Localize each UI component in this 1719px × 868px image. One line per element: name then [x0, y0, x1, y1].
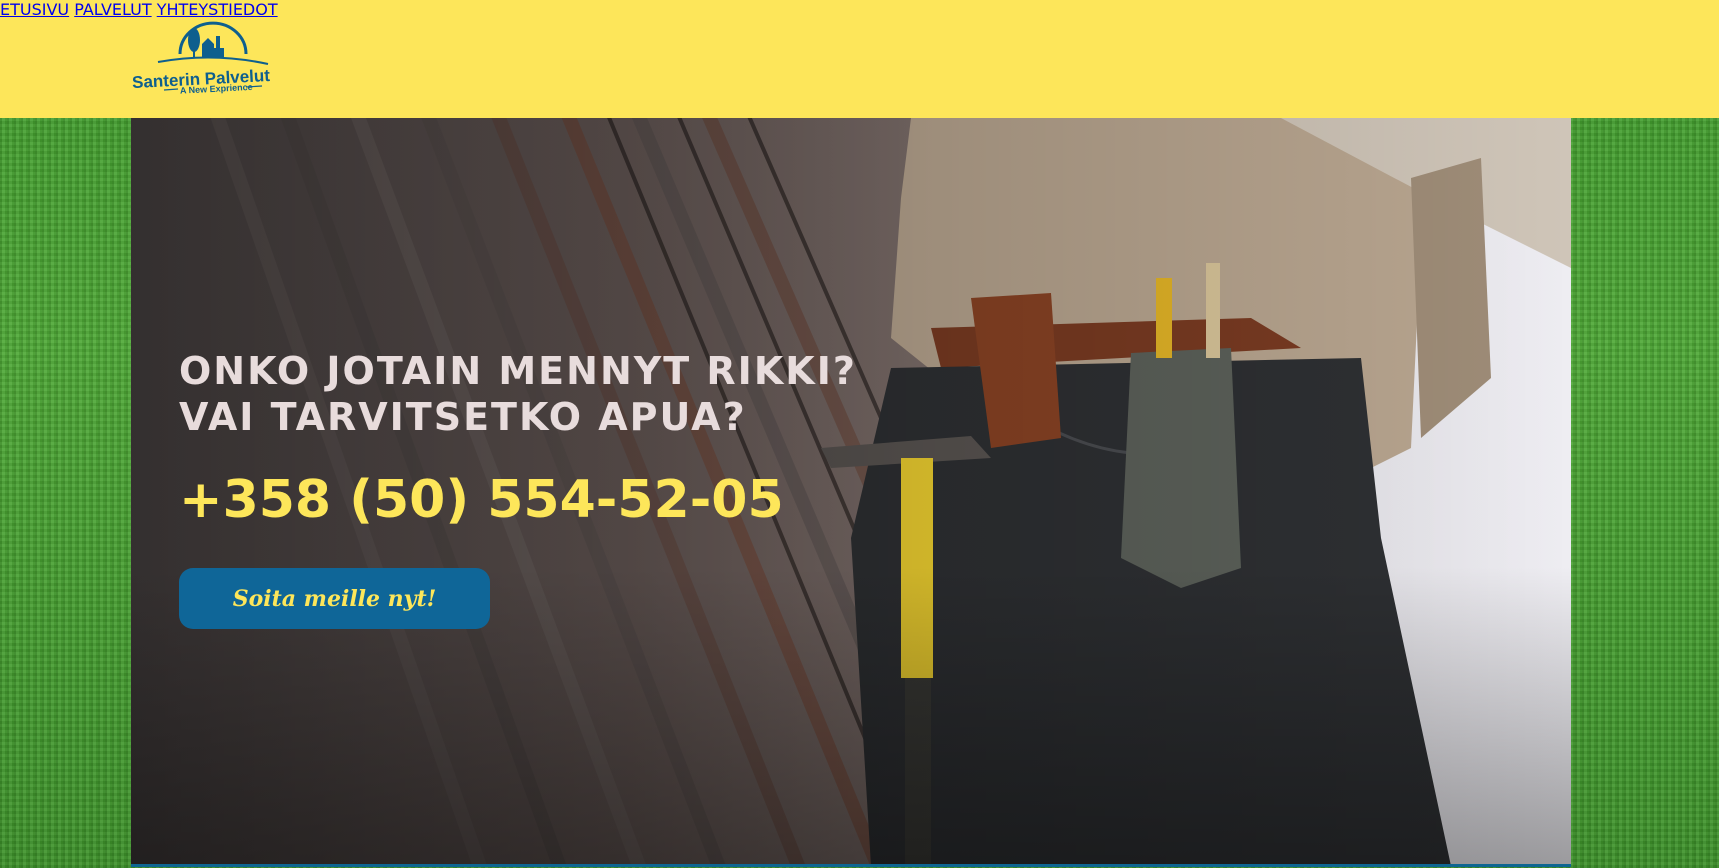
- call-now-button[interactable]: Soita meille nyt!: [179, 568, 490, 629]
- hero-headline: ONKO JOTAIN MENNYT RIKKI? VAI TARVITSETK…: [179, 348, 857, 440]
- site-header: Santerin Palvelut A New Exprience ETUSIV…: [0, 0, 1719, 118]
- main-nav: ETUSIVU PALVELUT YHTEYSTIEDOT: [0, 0, 1719, 19]
- hero-bottom-border: [131, 864, 1571, 867]
- site-logo[interactable]: Santerin Palvelut A New Exprience: [128, 18, 294, 100]
- nav-link-yhteystiedot[interactable]: YHTEYSTIEDOT: [157, 0, 278, 19]
- hero-section: ONKO JOTAIN MENNYT RIKKI? VAI TARVITSETK…: [131, 118, 1571, 866]
- logo-graphic: Santerin Palvelut A New Exprience: [132, 21, 271, 96]
- headline-line-1: ONKO JOTAIN MENNYT RIKKI?: [179, 349, 857, 393]
- nav-link-etusivu[interactable]: ETUSIVU: [0, 0, 69, 19]
- phone-number[interactable]: +358 (50) 554-52-05: [179, 470, 784, 530]
- headline-line-2: VAI TARVITSETKO APUA?: [179, 395, 747, 439]
- nav-link-palvelut[interactable]: PALVELUT: [74, 0, 151, 19]
